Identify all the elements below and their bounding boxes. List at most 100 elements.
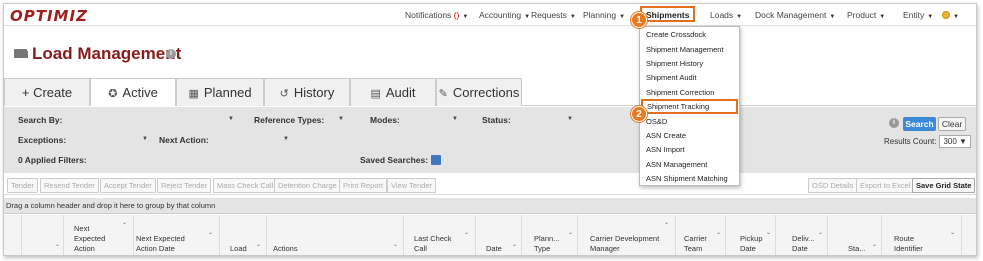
modes-label: Modes: — [370, 115, 400, 125]
next-action-label: Next Action: — [159, 135, 209, 145]
modes-dropdown[interactable]: ▼ — [452, 116, 458, 122]
nav-entity[interactable]: Entity ▼ — [903, 10, 933, 20]
expand-column-header[interactable]: ⌄ — [22, 215, 64, 255]
reject-tender-button[interactable]: Reject Tender — [157, 178, 212, 193]
tab-planned[interactable]: ▦ Planned — [176, 78, 264, 106]
chevron-down-icon: ⌄ — [208, 230, 214, 236]
info-icon[interactable]: i — [889, 118, 899, 128]
shipments-dropdown-menu: Create Crossdock Shipment Management Shi… — [639, 26, 740, 186]
step-2-callout: 2 — [631, 106, 647, 122]
chevron-down-icon: ⌄ — [464, 230, 470, 236]
grid-toolbar: Tender Resend Tender Accept Tender Rejec… — [4, 175, 976, 195]
chevron-down-icon: ⌄ — [568, 230, 574, 236]
chevron-down-icon: ⌄ — [393, 242, 399, 248]
status-dropdown[interactable]: ▼ — [567, 116, 573, 122]
nav-requests[interactable]: Requests ▼ — [531, 10, 576, 20]
clear-button[interactable]: Clear — [938, 117, 966, 131]
nav-notifications[interactable]: Notifications () ▼ — [405, 10, 468, 20]
export-to-excel-button[interactable]: Export to Excel — [856, 178, 915, 193]
chevron-down-icon: ▼ — [736, 14, 743, 20]
group-by-bar[interactable]: Drag a column header and drop it here to… — [4, 198, 976, 214]
search-button[interactable]: Search — [903, 117, 936, 131]
tab-audit[interactable]: ▤ Audit — [350, 78, 436, 106]
tender-button[interactable]: Tender — [7, 178, 38, 193]
column-header-last-check-call[interactable]: Last Check Call ⌄ — [404, 215, 476, 255]
reference-types-dropdown[interactable]: ▼ — [338, 116, 344, 122]
page-title: Load Management — [32, 44, 182, 63]
chevron-down-icon: ⌄ — [766, 230, 772, 236]
chevron-down-icon: ⌄ — [716, 230, 722, 236]
tab-history[interactable]: ↺ History — [264, 78, 350, 106]
resend-tender-button[interactable]: Resend Tender — [40, 178, 99, 193]
column-header-carrier-development-manager[interactable]: Carrier Development Manager ⌄ — [578, 215, 676, 255]
menu-item-asn-create[interactable]: ASN Create — [646, 131, 686, 140]
menu-item-shipment-tracking[interactable]: Shipment Tracking — [641, 99, 738, 114]
column-header-status[interactable]: Sta... ⌄ — [828, 215, 882, 255]
info-icon[interactable]: i — [166, 49, 176, 59]
column-header-next-expected-action-date[interactable]: Next Expected Action Date ⌄ — [134, 215, 220, 255]
tab-corrections[interactable]: ✎ Corrections — [436, 78, 522, 106]
calendar-icon: ▦ — [188, 88, 199, 100]
gear-icon: ✪ — [108, 88, 118, 100]
tab-active[interactable]: ✪ Active — [90, 78, 176, 106]
chevron-down-icon: ▼ — [879, 14, 886, 20]
nav-planning[interactable]: Planning ▼ — [583, 10, 625, 20]
column-header-next-expected-action[interactable]: Next Expected Action ⌄ — [64, 215, 134, 255]
menu-item-asn-shipment-matching[interactable]: ASN Shipment Matching — [646, 174, 728, 183]
column-header-planning-type[interactable]: Plann... Type ⌄ — [522, 215, 578, 255]
column-header-route-identifier[interactable]: Route Identifier ⌄ — [882, 215, 962, 255]
grid-header: ⌄ Next Expected Action ⌄ Next Expected Ac… — [4, 215, 976, 255]
nav-shipments[interactable]: Shipments — [640, 6, 696, 22]
results-count-select[interactable]: 300 ▼ — [939, 135, 971, 148]
saved-searches[interactable]: Saved Searches: — [360, 155, 442, 165]
detention-charge-button[interactable]: Detention Charge — [274, 178, 341, 193]
menu-item-create-crossdock[interactable]: Create Crossdock — [646, 30, 706, 39]
column-header-date[interactable]: Date ⌄ — [476, 215, 522, 255]
mass-check-call-button[interactable]: Mass Check Call — [213, 178, 278, 193]
osd-details-button[interactable]: OSD Details — [808, 178, 858, 193]
select-column-header[interactable] — [4, 215, 22, 255]
menu-item-shipment-history[interactable]: Shipment History — [646, 59, 703, 68]
menu-item-osd[interactable]: OS&D — [646, 117, 667, 126]
clipboard-icon: ▤ — [370, 88, 381, 100]
exceptions-dropdown[interactable]: ▼ — [142, 136, 148, 142]
next-action-dropdown[interactable]: ▼ — [283, 136, 289, 142]
chevron-down-icon: ▼ — [829, 14, 836, 20]
step-1-callout: 1 — [631, 12, 647, 28]
chevron-down-icon: ▼ — [462, 14, 469, 20]
nav-user-menu[interactable]: ▼ — [942, 10, 959, 20]
column-header-pickup-date[interactable]: Pickup Date ⌄ — [726, 215, 776, 255]
nav-accounting[interactable]: Accounting ▼ — [479, 10, 530, 20]
column-header-carrier-team[interactable]: Carrier Team ⌄ — [676, 215, 726, 255]
search-by-label: Search By: — [18, 115, 63, 125]
results-count: Results Count: 300 ▼ — [884, 135, 971, 148]
history-icon: ↺ — [279, 88, 289, 100]
chevron-down-icon: ▼ — [927, 14, 934, 20]
nav-dock-management[interactable]: Dock Management ▼ — [755, 10, 835, 20]
chevron-down-icon: ⌄ — [818, 230, 824, 236]
menu-item-shipment-management[interactable]: Shipment Management — [646, 45, 724, 54]
column-header-actions[interactable]: Actions ⌄ — [267, 215, 404, 255]
menu-item-shipment-audit[interactable]: Shipment Audit — [646, 73, 696, 82]
save-icon — [431, 155, 442, 165]
menu-item-shipment-correction[interactable]: Shipment Correction — [646, 88, 714, 97]
chevron-down-icon: ▼ — [569, 14, 576, 20]
chevron-down-icon: ⌄ — [122, 220, 128, 226]
accept-tender-button[interactable]: Accept Tender — [100, 178, 156, 193]
view-tender-button[interactable]: View Tender — [387, 178, 437, 193]
nav-loads[interactable]: Loads ▼ — [710, 10, 742, 20]
tab-create[interactable]: + Create — [4, 78, 90, 106]
column-header-delivery-date[interactable]: Deliv... Date ⌄ — [776, 215, 828, 255]
exceptions-label: Exceptions: — [18, 135, 67, 145]
menu-item-asn-management[interactable]: ASN Management — [646, 160, 707, 169]
nav-product[interactable]: Product ▼ — [847, 10, 885, 20]
reference-types-label: Reference Types: — [254, 115, 325, 125]
column-header-load[interactable]: Load ⌄ — [220, 215, 267, 255]
chevron-down-icon: ⌄ — [950, 230, 956, 236]
pencil-icon: ✎ — [438, 88, 448, 100]
save-grid-state-button[interactable]: Save Grid State — [912, 178, 976, 193]
print-report-button[interactable]: Print Report — [339, 178, 388, 193]
search-by-dropdown[interactable]: ▼ — [228, 116, 234, 122]
status-label: Status: — [482, 115, 511, 125]
menu-item-asn-import[interactable]: ASN Import — [646, 145, 685, 154]
